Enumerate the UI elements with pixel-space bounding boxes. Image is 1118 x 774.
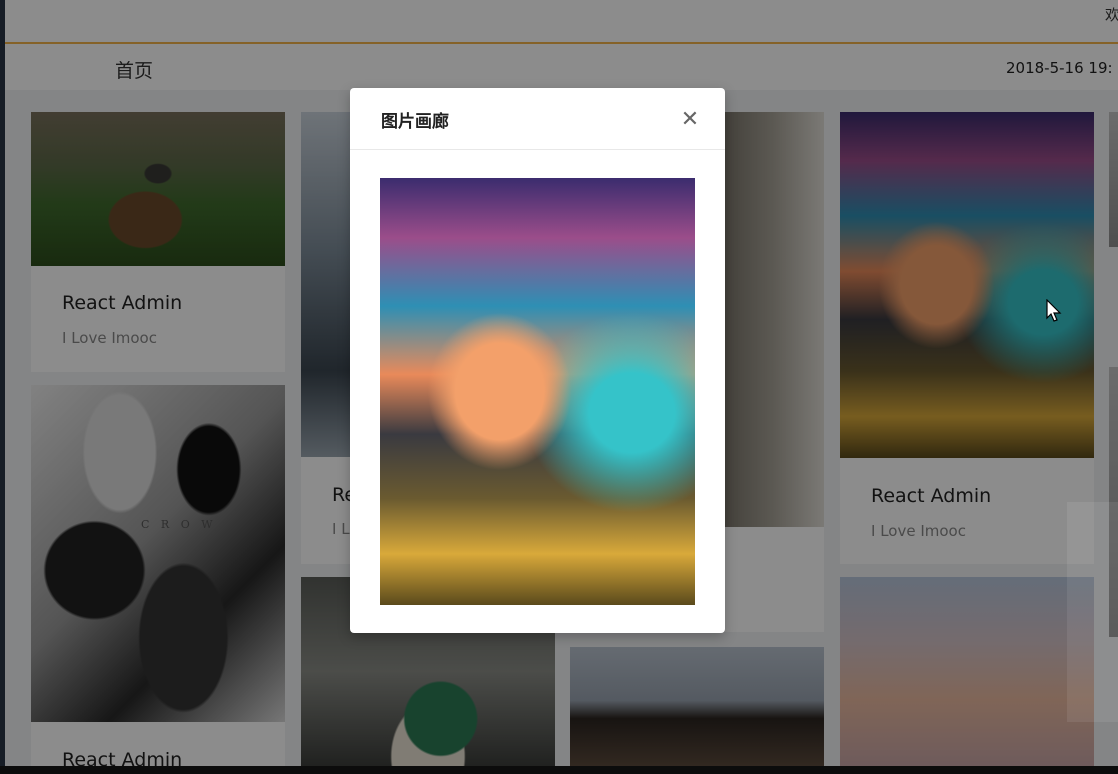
modal-header: 图片画廊 ✕ [350,88,725,150]
close-icon[interactable]: ✕ [677,106,703,132]
modal-title: 图片画廊 [381,112,449,132]
preview-image [380,178,695,605]
scroll-indicator [1067,502,1118,722]
image-gallery-modal: 图片画廊 ✕ [350,88,725,633]
bottom-strip [0,766,1118,774]
mouse-pointer-icon [1046,299,1062,322]
